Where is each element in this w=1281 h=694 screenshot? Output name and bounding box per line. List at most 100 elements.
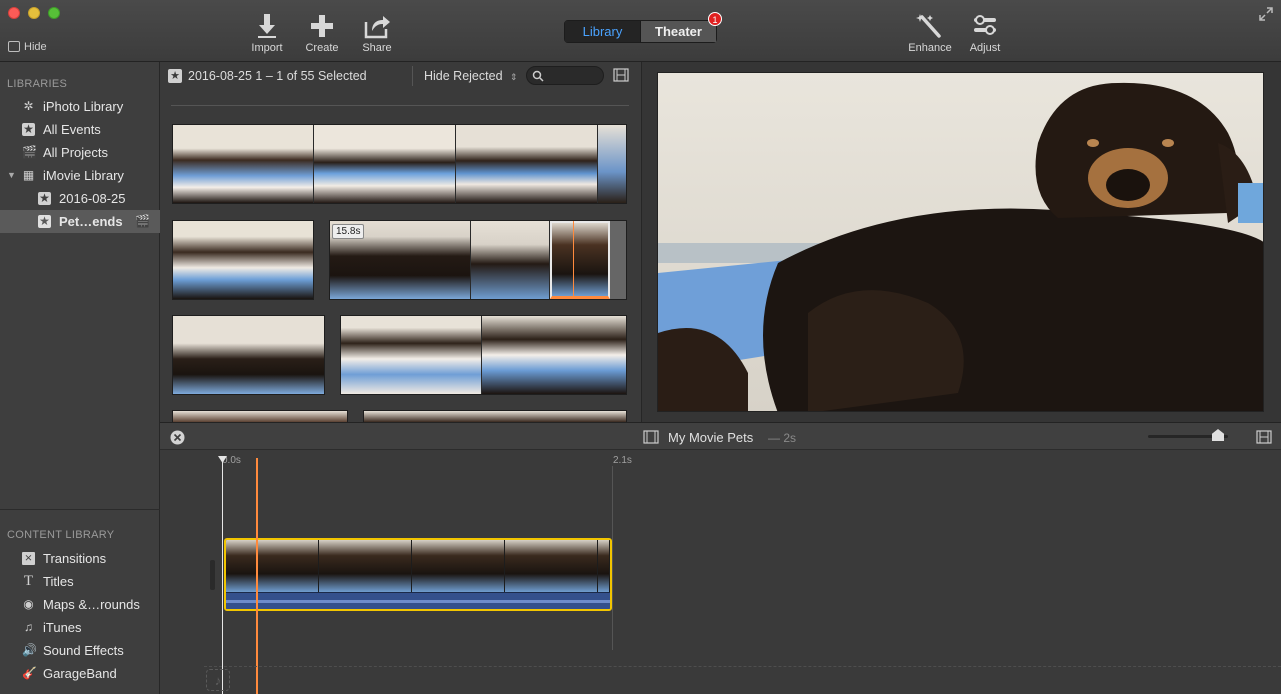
clip-thumbnail[interactable]	[172, 124, 627, 204]
project-title: My Movie Pets	[668, 430, 754, 445]
disclosure-triangle-icon[interactable]: ▼	[7, 164, 16, 187]
hide-rejected-dropdown[interactable]: Hide Rejected ⇕	[424, 69, 518, 83]
sidebar-item-label: iPhoto Library	[43, 99, 124, 114]
music-drop-area[interactable]: ♪	[204, 666, 1281, 694]
clip-thumbnail[interactable]: 15.8s	[329, 220, 627, 300]
music-note-icon: ♪	[206, 669, 230, 691]
sidebar-item-label: All Events	[43, 122, 101, 137]
minimize-window-button[interactable]	[28, 7, 40, 19]
content-item-sound-effects[interactable]: 🔊 Sound Effects	[0, 639, 160, 662]
libraries-header: LIBRARIES	[7, 78, 68, 90]
clapper-icon: 🎬	[135, 214, 150, 228]
share-icon	[364, 16, 390, 39]
content-item-label: Maps &…rounds	[43, 597, 140, 612]
content-item-maps-backgrounds[interactable]: ◉ Maps &…rounds	[0, 593, 160, 616]
timeline-start-marker	[222, 460, 223, 694]
iphoto-icon: ✲	[23, 99, 34, 113]
track-handle[interactable]	[210, 560, 215, 590]
adjust-button[interactable]: Adjust	[957, 12, 1013, 58]
zoom-slider-knob[interactable]	[1212, 429, 1224, 441]
theater-tab[interactable]: Theater	[641, 21, 716, 42]
timeline-settings-icon[interactable]	[1256, 430, 1272, 444]
clip-thumbnail[interactable]	[172, 220, 314, 300]
sidebar-item-all-events[interactable]: ★ All Events	[0, 118, 160, 141]
ruler-end-label: 2.1s	[613, 455, 632, 466]
libraries-sidebar: LIBRARIES ✲ iPhoto Library ★ All Events …	[0, 62, 160, 694]
sidebar-item-imovie-library[interactable]: ▼ ▦ iMovie Library	[0, 164, 160, 187]
star-icon: ★	[38, 191, 51, 205]
music-note-icon: ♫	[24, 620, 33, 634]
project-filmstrip-icon	[643, 430, 659, 444]
content-item-label: Transitions	[43, 551, 107, 566]
clip-thumbnail[interactable]	[363, 410, 627, 422]
clip-duration-badge: 15.8s	[332, 224, 365, 239]
share-label: Share	[362, 42, 392, 54]
hide-sidebar-icon	[8, 41, 20, 52]
transitions-icon: ⨯	[22, 552, 35, 565]
sidebar-item-event-2016-08-25[interactable]: ★ 2016-08-25	[0, 187, 160, 210]
star-icon: ★	[38, 214, 51, 228]
magic-wand-icon	[916, 14, 941, 38]
toolbar: Hide Import Create Share Library Theater	[0, 0, 1281, 62]
sidebar-item-pets-friends[interactable]: ★ Pet…ends 🎬	[0, 210, 160, 233]
browser-separator	[171, 105, 629, 106]
search-icon	[532, 70, 544, 82]
star-icon: ★	[22, 122, 35, 136]
updown-chevron-icon: ⇕	[510, 72, 518, 82]
content-item-label: iTunes	[43, 620, 82, 635]
library-tab[interactable]: Library	[565, 21, 641, 42]
fullscreen-icon[interactable]	[1259, 7, 1273, 21]
sidebar-item-all-projects[interactable]: 🎬 All Projects	[0, 141, 160, 164]
search-field[interactable]	[526, 66, 604, 85]
hide-libraries-button[interactable]: Hide	[8, 41, 47, 53]
enhance-button[interactable]: Enhance	[902, 12, 958, 58]
content-item-label: Titles	[43, 574, 74, 589]
titles-icon: T	[23, 573, 34, 589]
star-icon: ★	[168, 69, 182, 83]
content-item-label: GarageBand	[43, 666, 117, 681]
project-duration: — 2s	[768, 431, 797, 445]
guitar-icon: 🎸	[22, 666, 37, 680]
content-item-garageband[interactable]: 🎸 GarageBand	[0, 662, 160, 685]
filter-label: Hide Rejected	[424, 69, 503, 83]
share-button[interactable]: Share	[349, 12, 405, 58]
import-button[interactable]: Import	[239, 12, 295, 58]
close-window-button[interactable]	[8, 7, 20, 19]
timeline-clip[interactable]	[224, 538, 612, 611]
globe-icon: ◉	[23, 597, 34, 611]
imovie-window: Hide Import Create Share Library Theater	[0, 0, 1281, 694]
sidebar-item-iphoto-library[interactable]: ✲ iPhoto Library	[0, 95, 160, 118]
adjust-label: Adjust	[969, 42, 1001, 54]
timeline-header: My Movie Pets — 2s	[160, 422, 1281, 450]
event-browser: ★ 2016-08-25 1 – 1 of 55 Selected Hide R…	[160, 62, 640, 422]
create-label: Create	[305, 42, 339, 54]
filmstrip-settings-icon[interactable]	[613, 68, 629, 82]
content-item-transitions[interactable]: ⨯ Transitions	[0, 547, 160, 570]
sliders-icon	[974, 15, 996, 35]
timeline[interactable]: 0.0s 2.1s ♪	[160, 450, 1281, 694]
playhead-line	[256, 458, 258, 694]
viewer-preview-image[interactable]	[657, 72, 1264, 412]
import-label: Import	[251, 42, 283, 54]
sidebar-item-label: 2016-08-25	[59, 191, 126, 206]
zoom-window-button[interactable]	[48, 7, 60, 19]
timeline-end-marker	[612, 466, 613, 650]
clapper-icon: 🎬	[22, 145, 37, 159]
zoom-slider[interactable]	[1148, 429, 1228, 441]
clip-thumbnail[interactable]	[340, 315, 627, 395]
content-library-header: CONTENT LIBRARY	[7, 529, 115, 541]
create-button[interactable]: Create	[294, 12, 350, 58]
sidebar-divider	[0, 509, 160, 510]
audio-waveform	[226, 592, 610, 609]
close-project-icon[interactable]	[170, 430, 185, 445]
content-item-titles[interactable]: T Titles	[0, 570, 160, 593]
clip-thumbnail[interactable]	[172, 410, 348, 422]
search-input[interactable]	[547, 68, 599, 83]
plus-icon	[311, 15, 333, 37]
content-item-itunes[interactable]: ♫ iTunes	[0, 616, 160, 639]
event-selection-label: 2016-08-25 1 – 1 of 55 Selected	[188, 69, 367, 83]
clip-thumbnail[interactable]	[172, 315, 325, 395]
speaker-icon: 🔊	[22, 643, 37, 657]
header-divider	[412, 66, 413, 86]
selected-frame	[550, 221, 610, 299]
